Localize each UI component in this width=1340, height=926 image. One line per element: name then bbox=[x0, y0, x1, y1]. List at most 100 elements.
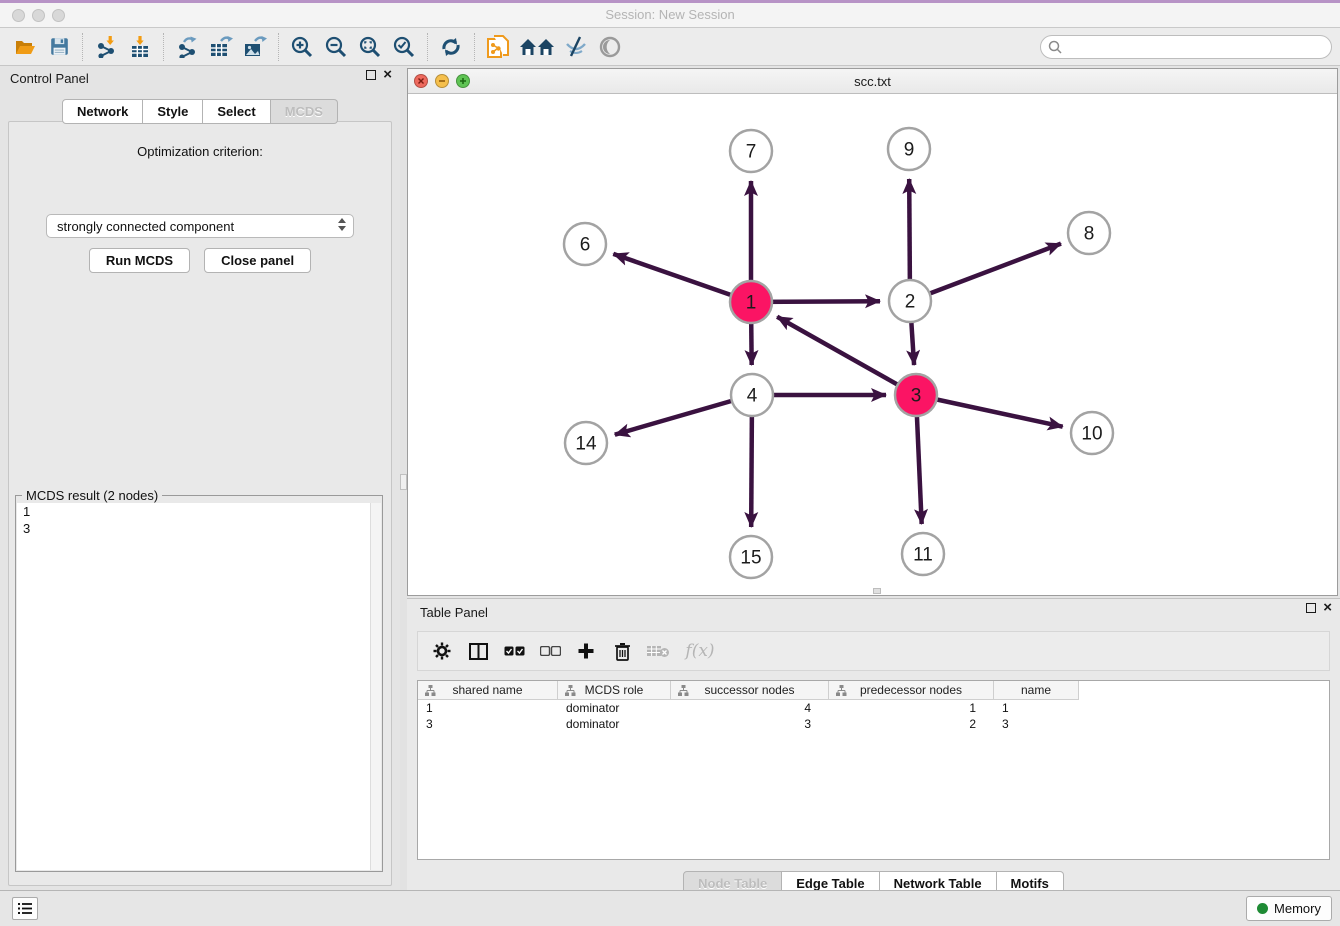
table-row[interactable]: 1dominator411 bbox=[418, 700, 1329, 716]
graph-node-3[interactable]: 3 bbox=[895, 374, 937, 416]
network-canvas[interactable]: 7 9 6 8 1 2 4 3 14 10 15 11 bbox=[408, 95, 1337, 595]
network-window: scc.txt 7 9 6 8 1 2 4 3 14 10 15 11 bbox=[407, 68, 1338, 596]
table-panel-title: Table Panel bbox=[420, 605, 488, 620]
function-builder-button[interactable]: f(x) bbox=[678, 636, 722, 666]
list-icon bbox=[17, 902, 33, 915]
float-panel-button[interactable] bbox=[366, 70, 376, 80]
graph: 7 9 6 8 1 2 4 3 14 10 15 11 bbox=[408, 95, 1337, 596]
export-table-button[interactable] bbox=[204, 32, 238, 62]
create-column-button[interactable] bbox=[570, 636, 602, 666]
column-header-shared-name[interactable]: shared name bbox=[418, 681, 558, 700]
column-label: shared name bbox=[452, 683, 522, 697]
zoom-out-button[interactable] bbox=[319, 32, 353, 62]
home-pair-icon bbox=[519, 38, 555, 56]
unchecked-boxes-icon bbox=[540, 646, 561, 656]
import-table-button[interactable] bbox=[123, 32, 157, 62]
cell-successor-nodes: 4 bbox=[671, 700, 829, 716]
import-network-button[interactable] bbox=[89, 32, 123, 62]
graph-node-15[interactable]: 15 bbox=[730, 536, 772, 578]
zoom-in-button[interactable] bbox=[285, 32, 319, 62]
graph-node-10[interactable]: 10 bbox=[1071, 412, 1113, 454]
task-history-button[interactable] bbox=[12, 897, 38, 920]
graph-node-2[interactable]: 2 bbox=[889, 280, 931, 322]
open-session-button[interactable] bbox=[8, 32, 42, 62]
mcds-result-textarea[interactable]: 13 bbox=[17, 503, 381, 870]
cell-name: 3 bbox=[994, 716, 1079, 732]
graph-node-6[interactable]: 6 bbox=[564, 223, 606, 265]
toolbar-separator bbox=[427, 33, 428, 61]
graph-node-9[interactable]: 9 bbox=[888, 128, 930, 170]
workspace: scc.txt 7968124314101511 Table Panel bbox=[407, 66, 1340, 890]
result-scrollbar[interactable] bbox=[370, 503, 381, 870]
select-all-columns-button[interactable] bbox=[498, 636, 530, 666]
status-bar: Memory bbox=[0, 890, 1340, 926]
graph-edge-2-8[interactable] bbox=[910, 244, 1061, 301]
cell-predecessor-nodes: 2 bbox=[829, 716, 994, 732]
graph-node-7[interactable]: 7 bbox=[730, 130, 772, 172]
close-panel-button[interactable]: Close panel bbox=[204, 248, 311, 273]
save-icon bbox=[50, 37, 69, 56]
table-panel: Table Panel × f(x) shared name MCDS role s… bbox=[407, 598, 1340, 890]
zoom-selected-button[interactable] bbox=[387, 32, 421, 62]
network-title: scc.txt bbox=[408, 74, 1337, 89]
tab-mcds[interactable]: MCDS bbox=[271, 99, 338, 124]
control-panel-header: Control Panel × bbox=[0, 66, 400, 90]
copy-network-button[interactable] bbox=[481, 32, 515, 62]
zoom-fit-button[interactable] bbox=[353, 32, 387, 62]
column-label: MCDS role bbox=[585, 683, 644, 697]
unselect-all-columns-button[interactable] bbox=[534, 636, 566, 666]
apply-layout-button[interactable] bbox=[434, 32, 468, 62]
cell-predecessor-nodes: 1 bbox=[829, 700, 994, 716]
graph-node-8[interactable]: 8 bbox=[1068, 212, 1110, 254]
import-table-icon bbox=[129, 36, 151, 58]
optimization-criterion-label: Optimization criterion: bbox=[9, 144, 391, 159]
panel-splitter[interactable] bbox=[400, 66, 407, 890]
node-label: 10 bbox=[1081, 424, 1102, 445]
tab-network[interactable]: Network bbox=[62, 99, 143, 124]
graph-node-4[interactable]: 4 bbox=[731, 374, 773, 416]
graph-node-11[interactable]: 11 bbox=[902, 533, 944, 575]
memory-label: Memory bbox=[1274, 901, 1321, 916]
import-network-icon bbox=[95, 36, 117, 58]
fx-icon: f(x) bbox=[685, 641, 714, 661]
zoom-out-icon bbox=[325, 36, 347, 58]
close-table-panel-button[interactable]: × bbox=[1323, 603, 1332, 613]
eye-icon bbox=[598, 35, 622, 59]
show-column-panel-button[interactable] bbox=[462, 636, 494, 666]
column-header-successor-nodes[interactable]: successor nodes bbox=[671, 681, 829, 700]
graph-edge-3-1[interactable] bbox=[777, 317, 916, 395]
attribute-icon bbox=[678, 685, 689, 696]
gear-icon bbox=[433, 642, 451, 660]
graph-node-1[interactable]: 1 bbox=[730, 281, 772, 323]
table-body: 1dominator4113dominator323 bbox=[418, 700, 1329, 732]
search-input[interactable] bbox=[1040, 35, 1332, 59]
save-session-button[interactable] bbox=[42, 32, 76, 62]
run-mcds-button[interactable]: Run MCDS bbox=[89, 248, 190, 273]
mcds-tab-content: Optimization criterion: strongly connect… bbox=[8, 121, 392, 886]
float-table-panel-button[interactable] bbox=[1306, 603, 1316, 613]
column-header-predecessor-nodes[interactable]: predecessor nodes bbox=[829, 681, 994, 700]
criterion-select[interactable]: strongly connected component bbox=[46, 214, 354, 238]
node-label: 4 bbox=[747, 386, 758, 407]
export-network-button[interactable] bbox=[170, 32, 204, 62]
graph-node-14[interactable]: 14 bbox=[565, 422, 607, 464]
delete-table-button[interactable] bbox=[642, 636, 674, 666]
hide-panel-button[interactable] bbox=[559, 32, 593, 62]
column-header-name[interactable]: name bbox=[994, 681, 1079, 700]
mcds-result-title: MCDS result (2 nodes) bbox=[22, 488, 162, 503]
memory-button[interactable]: Memory bbox=[1246, 896, 1332, 921]
delete-column-button[interactable] bbox=[606, 636, 638, 666]
show-panel-button[interactable] bbox=[593, 32, 627, 62]
result-line: 1 bbox=[17, 503, 381, 520]
canvas-resize-grip[interactable] bbox=[873, 588, 881, 594]
tab-select[interactable]: Select bbox=[203, 99, 270, 124]
column-header-mcds-role[interactable]: MCDS role bbox=[558, 681, 671, 700]
tab-style[interactable]: Style bbox=[143, 99, 203, 124]
graph-edge-3-10[interactable] bbox=[916, 395, 1063, 427]
network-overview-button[interactable] bbox=[515, 32, 559, 62]
result-line: 3 bbox=[17, 520, 381, 537]
table-settings-button[interactable] bbox=[426, 636, 458, 666]
close-panel-icon-button[interactable]: × bbox=[383, 70, 392, 80]
export-image-button[interactable] bbox=[238, 32, 272, 62]
table-row[interactable]: 3dominator323 bbox=[418, 716, 1329, 732]
